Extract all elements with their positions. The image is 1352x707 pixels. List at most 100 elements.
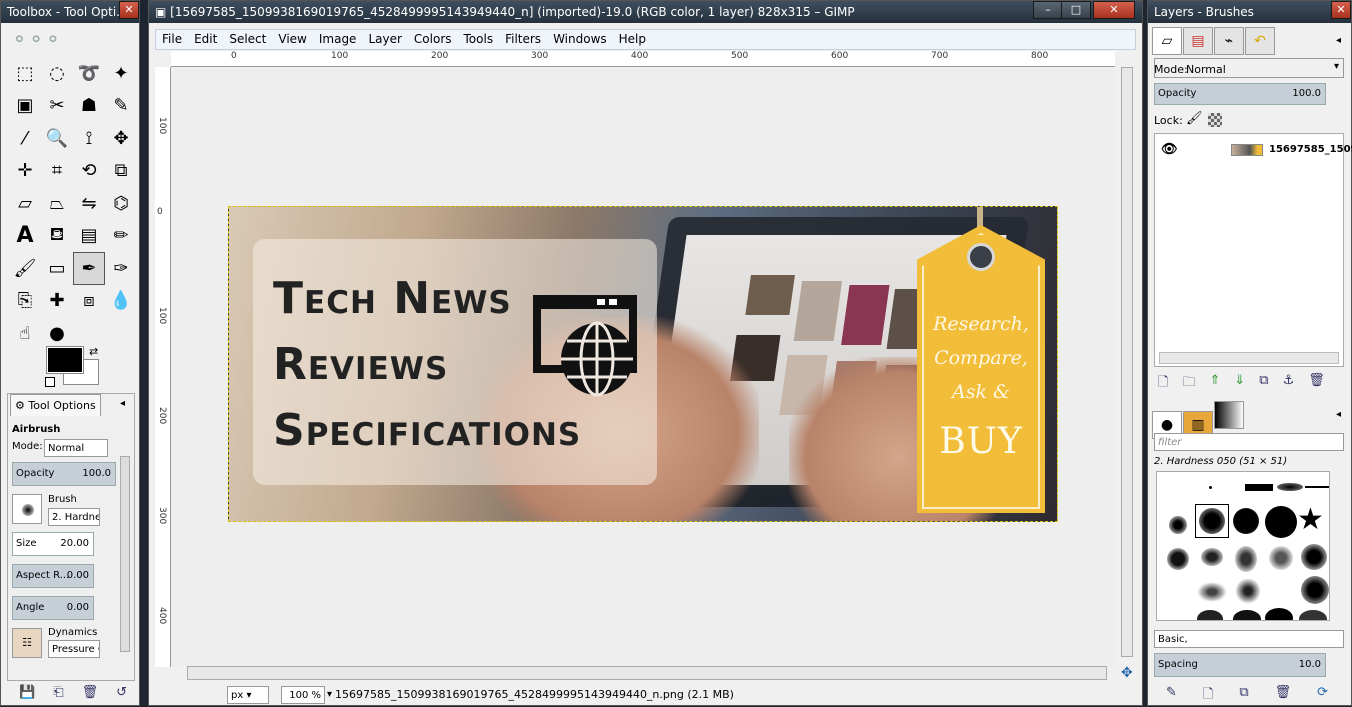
menu-view[interactable]: View — [272, 30, 312, 49]
clone-icon[interactable]: ⎘ — [9, 285, 41, 318]
measure-icon[interactable]: ⟟ — [73, 122, 105, 155]
layers-hscroll[interactable] — [1159, 352, 1339, 364]
vertical-ruler[interactable]: 100 0 100 200 300 400 — [155, 67, 171, 667]
tab-channels[interactable]: ▤ — [1183, 27, 1213, 55]
new-layer-icon[interactable]: 🗋 — [1158, 373, 1168, 395]
default-colors-icon[interactable] — [45, 377, 55, 387]
menu-help[interactable]: Help — [613, 30, 652, 49]
anchor-icon[interactable]: ⚓ — [1283, 373, 1295, 395]
scale-icon[interactable]: ⧉ — [105, 155, 137, 188]
duplicate-brush-icon[interactable]: ⧉ — [1239, 685, 1248, 707]
panel-menu-icon[interactable]: ◂ — [120, 398, 125, 409]
layers-mode-select[interactable]: ▾ — [1154, 58, 1344, 78]
tab-tool-options[interactable]: ⚙ Tool Options — [10, 394, 101, 416]
perspective-icon[interactable]: ⏢ — [41, 187, 73, 220]
text-icon[interactable]: A — [9, 220, 41, 253]
lock-alpha-icon[interactable] — [1208, 113, 1222, 127]
mode-select[interactable]: Normal — [44, 439, 108, 457]
foreground-color-swatch[interactable] — [46, 346, 84, 374]
tab-gradients[interactable] — [1214, 401, 1244, 429]
zoom-select[interactable]: 100 % — [281, 686, 325, 704]
smudge-icon[interactable]: ☝ — [9, 317, 41, 350]
brushes-menu-icon[interactable]: ◂ — [1336, 409, 1341, 420]
rect-select-icon[interactable]: ⬚ — [9, 57, 41, 90]
menu-image[interactable]: Image — [313, 30, 363, 49]
toolbox-close-button[interactable]: ✕ — [119, 1, 139, 19]
navigate-icon[interactable]: ✥ — [1121, 665, 1137, 683]
close-button[interactable]: ✕ — [1093, 1, 1135, 19]
menu-select[interactable]: Select — [223, 30, 272, 49]
pencil-icon[interactable]: ✏ — [105, 220, 137, 253]
heal-icon[interactable]: ✚ — [41, 285, 73, 318]
horizontal-ruler[interactable]: 0 100 200 300 400 500 600 700 800 — [171, 51, 1115, 67]
image-titlebar[interactable]: ▣ [15697585_1509938169019765_45284999951… — [149, 1, 1142, 23]
spacing-slider[interactable]: Spacing 10.0 — [1154, 653, 1326, 677]
blend-icon[interactable]: ▤ — [73, 220, 105, 253]
brush-preview[interactable] — [12, 494, 42, 524]
raise-layer-icon[interactable]: ⇑ — [1209, 373, 1220, 395]
horizontal-scrollbar[interactable] — [187, 666, 1107, 680]
unit-select[interactable]: px ▾ — [227, 686, 269, 704]
move-icon[interactable]: ✥ — [105, 122, 137, 155]
foreground-select-icon[interactable]: ☗ — [73, 90, 105, 123]
angle-slider[interactable]: Angle 0.00 — [12, 596, 94, 620]
menu-windows[interactable]: Windows — [547, 30, 613, 49]
minimize-button[interactable]: – — [1033, 1, 1063, 19]
layers-opacity-slider[interactable]: Opacity 100.0 — [1154, 83, 1326, 105]
duplicate-layer-icon[interactable]: ⧉ — [1259, 373, 1268, 395]
free-select-icon[interactable]: ➰ — [73, 57, 105, 90]
menu-file[interactable]: File — [156, 30, 188, 49]
lower-layer-icon[interactable]: ⇓ — [1234, 373, 1245, 395]
dynamics-select[interactable]: Pressure O — [48, 640, 100, 658]
blur-icon[interactable]: 💧 — [105, 285, 137, 318]
menu-edit[interactable]: Edit — [188, 30, 223, 49]
dock-close-button[interactable]: ✕ — [1331, 1, 1351, 19]
menu-colors[interactable]: Colors — [408, 30, 458, 49]
brush-preset-select[interactable]: Basic, — [1154, 630, 1344, 648]
shear-icon[interactable]: ▱ — [9, 187, 41, 220]
menu-layer[interactable]: Layer — [362, 30, 407, 49]
airbrush-icon[interactable]: ✒ — [73, 252, 105, 285]
refresh-brushes-icon[interactable]: ⟳ — [1317, 685, 1328, 707]
new-brush-icon[interactable]: 🗋 — [1203, 685, 1213, 707]
tab-paths[interactable]: ⌁ — [1214, 27, 1244, 55]
menu-tools[interactable]: Tools — [458, 30, 500, 49]
color-picker-icon[interactable]: ⁄ — [9, 122, 41, 155]
swap-colors-icon[interactable]: ⇄ — [89, 345, 98, 358]
reset-options-icon[interactable]: ↺ — [116, 685, 127, 700]
brush-select[interactable]: 2. Hardnes — [48, 508, 100, 526]
tab-undo[interactable]: ↶ — [1245, 27, 1275, 55]
dock-titlebar[interactable]: Layers - Brushes — [1148, 1, 1351, 23]
paths-icon[interactable]: ✎ — [105, 90, 137, 123]
rotate-icon[interactable]: ⟲ — [73, 155, 105, 188]
opacity-slider[interactable]: Opacity 100.0 — [12, 462, 116, 486]
vertical-scrollbar[interactable] — [1121, 67, 1133, 657]
fuzzy-select-icon[interactable]: ✦ — [105, 57, 137, 90]
aspect-ratio-slider[interactable]: Aspect R... 0.00 — [12, 564, 94, 588]
options-scrollbar[interactable] — [120, 456, 130, 652]
scissors-icon[interactable]: ✂ — [41, 90, 73, 123]
zoom-dropdown-icon[interactable]: ▾ — [327, 684, 332, 706]
brush-filter-input[interactable]: filter — [1154, 433, 1344, 451]
eye-icon[interactable]: 👁 — [1161, 138, 1178, 162]
bucket-fill-icon[interactable]: ⛾ — [41, 220, 73, 253]
maximize-button[interactable]: □ — [1061, 1, 1091, 19]
delete-options-icon[interactable]: 🗑 — [82, 685, 99, 700]
brush-grid[interactable]: ★ — [1156, 471, 1330, 621]
save-options-icon[interactable]: 💾 — [19, 685, 35, 700]
edit-brush-icon[interactable]: ✎ — [1166, 685, 1177, 707]
ellipse-select-icon[interactable]: ◌ — [41, 57, 73, 90]
align-icon[interactable]: ✛ — [9, 155, 41, 188]
ink-icon[interactable]: ✑ — [105, 252, 137, 285]
dynamics-icon[interactable]: ☷ — [12, 628, 42, 658]
delete-brush-icon[interactable]: 🗑 — [1275, 685, 1292, 707]
eraser-icon[interactable]: ▭ — [41, 252, 73, 285]
delete-layer-icon[interactable]: 🗑 — [1308, 373, 1325, 395]
size-slider[interactable]: Size 20.00 — [12, 532, 94, 556]
lock-pixels-icon[interactable]: 🖌 — [1186, 111, 1203, 126]
cage-icon[interactable]: ⌬ — [105, 187, 137, 220]
color-select-icon[interactable]: ▣ — [9, 90, 41, 123]
crop-icon[interactable]: ⌗ — [41, 155, 73, 188]
dock-menu-icon[interactable]: ◂ — [1336, 35, 1341, 46]
zoom-icon[interactable]: 🔍 — [41, 122, 73, 155]
